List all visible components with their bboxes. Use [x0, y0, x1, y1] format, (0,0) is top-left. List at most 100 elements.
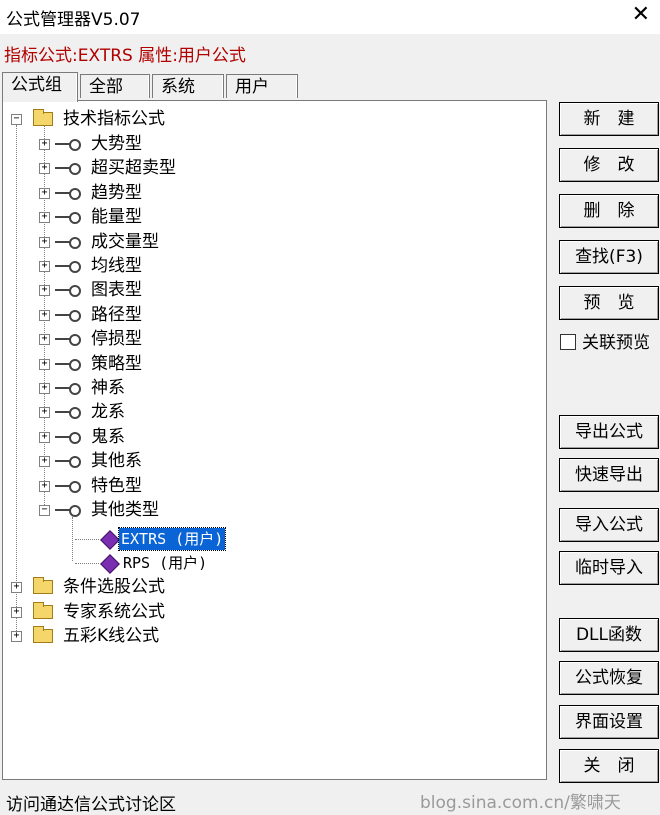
expand-toggle[interactable]: +	[11, 582, 22, 593]
expand-toggle[interactable]: +	[39, 407, 50, 418]
folder-icon	[33, 577, 53, 594]
tree-item-label: 图表型	[91, 280, 142, 300]
key-icon	[55, 139, 81, 151]
expand-toggle[interactable]: +	[39, 481, 50, 492]
link-preview-checkbox[interactable]: 关联预览	[560, 333, 650, 353]
window-title: 公式管理器V5.07	[6, 10, 141, 30]
collapse-toggle[interactable]: −	[11, 114, 22, 125]
tree-item-label: 路径型	[91, 305, 142, 325]
tree-group-item[interactable]: + 鬼系	[3, 426, 543, 448]
expand-toggle[interactable]: +	[11, 607, 22, 618]
quick-export-button[interactable]: 快速导出	[559, 458, 659, 492]
tree-formula-item[interactable]: RPS (用户)	[3, 552, 543, 574]
tree-item-label: 能量型	[91, 207, 142, 227]
collapse-toggle[interactable]: −	[39, 505, 50, 516]
expand-toggle[interactable]: +	[39, 359, 50, 370]
formula-gem-icon	[100, 530, 120, 550]
folder-icon	[33, 626, 53, 643]
tree-group-item[interactable]: + 超买超卖型	[3, 157, 543, 179]
tree-group-item[interactable]: + 特色型	[3, 475, 543, 497]
expand-toggle[interactable]: +	[39, 456, 50, 467]
temp-import-button[interactable]: 临时导入	[559, 551, 659, 585]
tree-item-label: 其他类型	[91, 500, 159, 520]
tree-item-label: 大势型	[91, 134, 142, 154]
tree-group-item[interactable]: + 龙系	[3, 401, 543, 423]
tree-group-item-expanded[interactable]: − 其他类型	[3, 499, 543, 521]
tree-group-item[interactable]: + 神系	[3, 377, 543, 399]
formula-tree[interactable]: − 技术指标公式 + 大势型 + 超买超卖型 + 趋势型 + 能量型 + 成交量型 + 均线…	[2, 100, 547, 780]
tree-item-label: 五彩K线公式	[63, 626, 160, 646]
tree-item-label: 技术指标公式	[63, 109, 165, 129]
import-button[interactable]: 导入公式	[559, 508, 659, 542]
expand-toggle[interactable]: +	[39, 285, 50, 296]
tab-bar: 公式组 全部 系统 用户	[2, 72, 562, 102]
expand-toggle[interactable]: +	[39, 212, 50, 223]
title-bar: 公式管理器V5.07 ✕	[0, 0, 660, 34]
key-icon	[55, 285, 81, 297]
tree-group-item[interactable]: + 其他系	[3, 450, 543, 472]
tree-item-label: 神系	[91, 378, 125, 398]
tab-user[interactable]: 用户	[226, 74, 298, 98]
ui-settings-button[interactable]: 界面设置	[559, 705, 659, 739]
dll-button[interactable]: DLL函数	[559, 618, 659, 652]
tree-item-stock-selection[interactable]: + 条件选股公式	[3, 576, 543, 598]
key-icon	[55, 481, 81, 493]
expand-toggle[interactable]: +	[39, 310, 50, 321]
tree-item-color-kline[interactable]: + 五彩K线公式	[3, 625, 543, 647]
expand-toggle[interactable]: +	[11, 631, 22, 642]
key-icon	[55, 310, 81, 322]
tree-group-item[interactable]: + 均线型	[3, 255, 543, 277]
tree-item-label: 成交量型	[91, 232, 159, 252]
key-icon	[55, 505, 81, 517]
preview-button[interactable]: 预 览	[559, 286, 659, 320]
expand-toggle[interactable]: +	[39, 163, 50, 174]
tree-item-label: 趋势型	[91, 183, 142, 203]
expand-toggle[interactable]: +	[39, 432, 50, 443]
forum-link[interactable]: 访问通达信公式讨论区	[6, 790, 176, 815]
expand-toggle[interactable]: +	[39, 139, 50, 150]
tree-group-item[interactable]: + 能量型	[3, 206, 543, 228]
tree-group-item[interactable]: + 路径型	[3, 304, 543, 326]
edit-button[interactable]: 修 改	[559, 148, 659, 182]
new-button[interactable]: 新 建	[559, 102, 659, 136]
tree-item-label: 其他系	[91, 451, 142, 471]
tree-item-label: RPS (用户)	[123, 554, 208, 572]
tree-group-item[interactable]: + 图表型	[3, 279, 543, 301]
tree-item-label: 停损型	[91, 329, 142, 349]
tree-item-label: 均线型	[91, 256, 142, 276]
tree-item-label: 超买超卖型	[91, 158, 176, 178]
tab-formula-group[interactable]: 公式组	[2, 72, 78, 102]
tree-formula-item[interactable]: EXTRS (用户)	[3, 527, 543, 551]
close-button[interactable]: 关 闭	[559, 749, 659, 783]
export-button[interactable]: 导出公式	[559, 415, 659, 449]
restore-button[interactable]: 公式恢复	[559, 661, 659, 695]
tree-group-item[interactable]: + 策略型	[3, 353, 543, 375]
tab-system[interactable]: 系统	[152, 74, 224, 98]
tree-group-item[interactable]: + 大势型	[3, 133, 543, 155]
tree-item-label: 专家系统公式	[63, 602, 165, 622]
tree-item-label: 策略型	[91, 354, 142, 374]
key-icon	[55, 359, 81, 371]
key-icon	[55, 432, 81, 444]
expand-toggle[interactable]: +	[39, 383, 50, 394]
key-icon	[55, 188, 81, 200]
folder-icon	[33, 602, 53, 619]
key-icon	[55, 237, 81, 249]
expand-toggle[interactable]: +	[39, 188, 50, 199]
find-button[interactable]: 查找(F3)	[559, 240, 659, 274]
tab-all[interactable]: 全部	[80, 74, 150, 98]
checkbox-box[interactable]	[560, 334, 576, 350]
delete-button[interactable]: 删 除	[559, 194, 659, 228]
expand-toggle[interactable]: +	[39, 334, 50, 345]
tree-item-label: 特色型	[91, 476, 142, 496]
tree-item-technical-indicators[interactable]: − 技术指标公式	[3, 108, 543, 130]
expand-toggle[interactable]: +	[39, 237, 50, 248]
formula-gem-icon	[100, 554, 120, 574]
tree-group-item[interactable]: + 趋势型	[3, 182, 543, 204]
key-icon	[55, 163, 81, 175]
tree-group-item[interactable]: + 成交量型	[3, 231, 543, 253]
expand-toggle[interactable]: +	[39, 261, 50, 272]
tree-item-expert-system[interactable]: + 专家系统公式	[3, 601, 543, 623]
tree-group-item[interactable]: + 停损型	[3, 328, 543, 350]
close-icon[interactable]: ✕	[632, 2, 650, 27]
